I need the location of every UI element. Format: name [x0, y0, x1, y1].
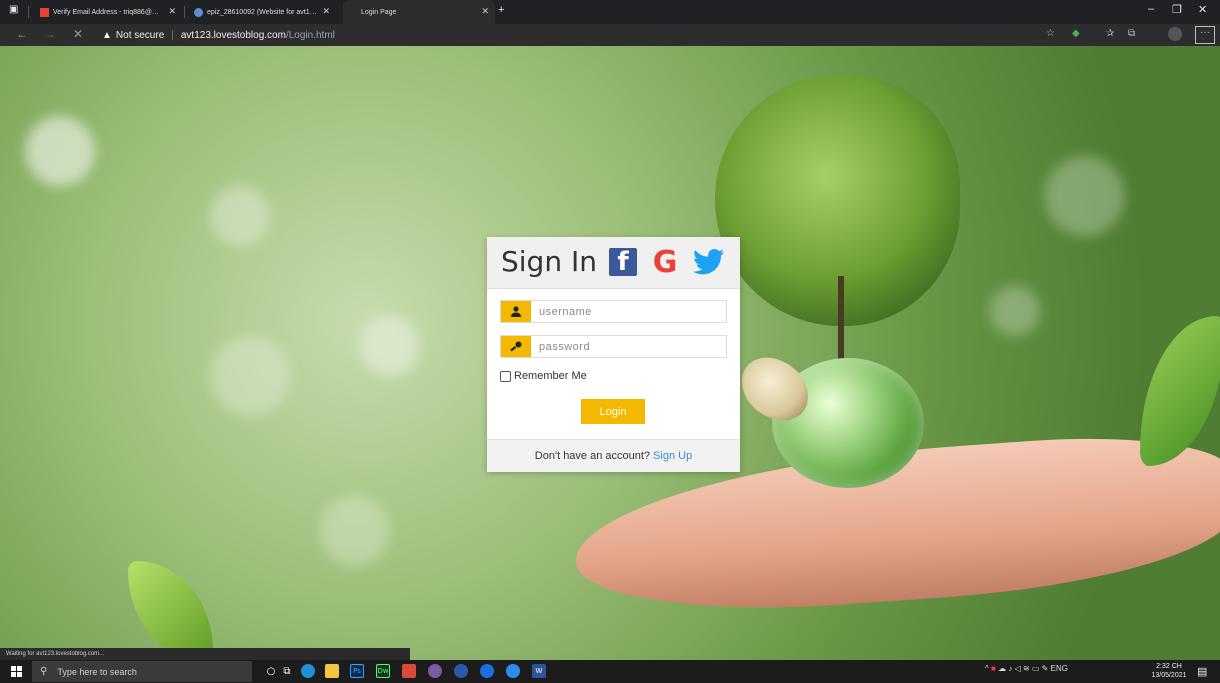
login-button[interactable]: Login	[581, 399, 645, 424]
close-window-icon[interactable]: ✕	[1198, 3, 1207, 16]
favorites-icon[interactable]: ✰	[1106, 28, 1114, 39]
volume-icon[interactable]: ◁	[1015, 664, 1021, 673]
url-path: /Login.html	[285, 29, 335, 41]
tab-label: Login Page	[361, 8, 397, 16]
tab-strip: ▣ Verify Email Address - triq886@… ✕ epi…	[0, 0, 1220, 24]
more-icon[interactable]: ···	[1195, 26, 1215, 44]
bokeh-light	[360, 316, 420, 376]
new-tab-icon[interactable]: +	[498, 4, 504, 16]
task-view-icon[interactable]: ⧉	[280, 664, 294, 678]
url-field[interactable]: ▲ Not secure | avt123.lovestoblog.com /L…	[102, 28, 335, 42]
username-input[interactable]	[531, 301, 726, 322]
cortana-icon[interactable]: ○	[264, 664, 278, 678]
remember-me-label: Remember Me	[514, 370, 587, 382]
tab-epiz[interactable]: epiz_28610092 (Website for avt1… ✕	[188, 0, 336, 24]
google-icon[interactable]: G	[650, 245, 680, 280]
mic-icon[interactable]: ♪	[1008, 664, 1012, 673]
tray-app-icon[interactable]: ■	[991, 664, 996, 673]
system-tray: ^ ■ ☁ ♪ ◁ ≋ ▭ ✎ ENG	[985, 664, 1068, 673]
zalo-icon[interactable]	[480, 664, 494, 678]
tab-login-page[interactable]: Login Page ✕	[343, 0, 495, 24]
tree-trunk	[838, 276, 844, 366]
profile-avatar[interactable]	[1168, 27, 1182, 41]
edge-icon[interactable]	[301, 664, 315, 678]
wifi-icon[interactable]: ≋	[1023, 664, 1030, 673]
forward-icon[interactable]: →	[44, 27, 56, 41]
taskbar-search-placeholder: Type here to search	[57, 666, 137, 677]
close-tab-icon[interactable]: ✕	[322, 6, 330, 17]
minimize-icon[interactable]: –	[1148, 3, 1154, 15]
security-label: Not secure	[115, 29, 165, 41]
facebook-icon[interactable]: f	[609, 248, 637, 276]
windows-start-icon[interactable]	[11, 666, 22, 677]
app-icon[interactable]	[402, 664, 416, 678]
remember-me-checkbox[interactable]	[500, 370, 511, 382]
username-field	[500, 300, 727, 323]
close-tab-icon[interactable]: ✕	[168, 6, 176, 17]
stop-icon[interactable]: ✕	[73, 27, 83, 41]
pen-icon[interactable]: ✎	[1042, 664, 1049, 673]
signin-title: Sign In	[501, 245, 597, 278]
add-favorite-icon[interactable]: ☆	[1046, 28, 1055, 39]
cloud-icon[interactable]: ☁	[998, 664, 1006, 673]
leaf-illustration	[1140, 316, 1220, 466]
back-icon[interactable]: ←	[16, 27, 28, 41]
signup-link[interactable]: Sign Up	[653, 450, 692, 462]
user-icon	[501, 301, 531, 322]
photoshop-icon[interactable]: Ps	[350, 664, 364, 678]
leaf-illustration	[128, 561, 213, 660]
tab-label: epiz_28610092 (Website for avt1…	[207, 8, 317, 16]
app-icon[interactable]	[428, 664, 442, 678]
restore-icon[interactable]: ❐	[1172, 3, 1182, 16]
twitter-icon[interactable]	[690, 247, 728, 277]
tab-verify-email[interactable]: Verify Email Address - triq886@… ✕	[34, 0, 182, 24]
password-field	[500, 335, 727, 358]
clock-time: 2:32 CH	[1156, 663, 1182, 670]
tab-label: Verify Email Address - triq886@…	[53, 8, 159, 16]
tab-actions-icon[interactable]: ▣	[9, 4, 18, 15]
app-icon[interactable]	[506, 664, 520, 678]
bokeh-light	[1045, 156, 1125, 236]
bokeh-light	[320, 496, 390, 566]
chrome-icon[interactable]	[454, 664, 468, 678]
battery-icon[interactable]: ▭	[1032, 664, 1040, 673]
address-bar: ← → ✕ ▲ Not secure | avt123.lovestoblog.…	[0, 24, 1220, 46]
language-indicator[interactable]: ENG	[1051, 664, 1068, 673]
bokeh-light	[990, 286, 1040, 336]
collections-icon[interactable]: ⧉	[1128, 28, 1135, 39]
taskbar-clock[interactable]: 2:32 CH 13/05/2021	[1147, 662, 1191, 680]
bokeh-light	[210, 186, 270, 246]
taskbar-search[interactable]: ⚲ Type here to search	[32, 661, 252, 682]
signup-prompt: Don't have an account?	[534, 450, 651, 462]
card-footer: Don't have an account? Sign Up	[487, 439, 740, 472]
search-icon: ⚲	[40, 666, 48, 677]
card-header: Sign In f G	[487, 237, 740, 289]
site-icon	[194, 7, 203, 17]
warning-icon: ▲	[102, 29, 112, 41]
extension-icon[interactable]: ◆	[1072, 28, 1080, 39]
url-domain: avt123.lovestoblog.com	[180, 29, 286, 41]
bokeh-light	[25, 116, 95, 186]
gmail-icon	[40, 7, 49, 17]
word-icon[interactable]: W	[532, 664, 546, 678]
remember-me[interactable]: Remember Me	[500, 370, 587, 382]
chevron-up-icon[interactable]: ^	[985, 664, 989, 673]
login-card: Sign In f G Remember Me Login Don't have…	[487, 237, 740, 472]
password-input[interactable]	[531, 336, 726, 357]
bokeh-light	[210, 336, 290, 416]
notification-icon[interactable]: ▤	[1197, 665, 1207, 678]
tab-separator	[28, 6, 29, 18]
close-tab-icon[interactable]: ✕	[481, 6, 489, 17]
clock-date: 13/05/2021	[1151, 672, 1187, 679]
dreamweaver-icon[interactable]: Dw	[376, 664, 390, 678]
taskbar: ⚲ Type here to search ○ ⧉ Ps Dw W ^ ■ ☁ …	[0, 660, 1220, 683]
status-bar: Waiting for avt123.lovestoblog.com...	[0, 648, 410, 660]
key-icon	[501, 336, 531, 357]
url-separator: |	[171, 29, 174, 41]
tab-separator	[184, 6, 185, 18]
file-explorer-icon[interactable]	[325, 664, 339, 678]
